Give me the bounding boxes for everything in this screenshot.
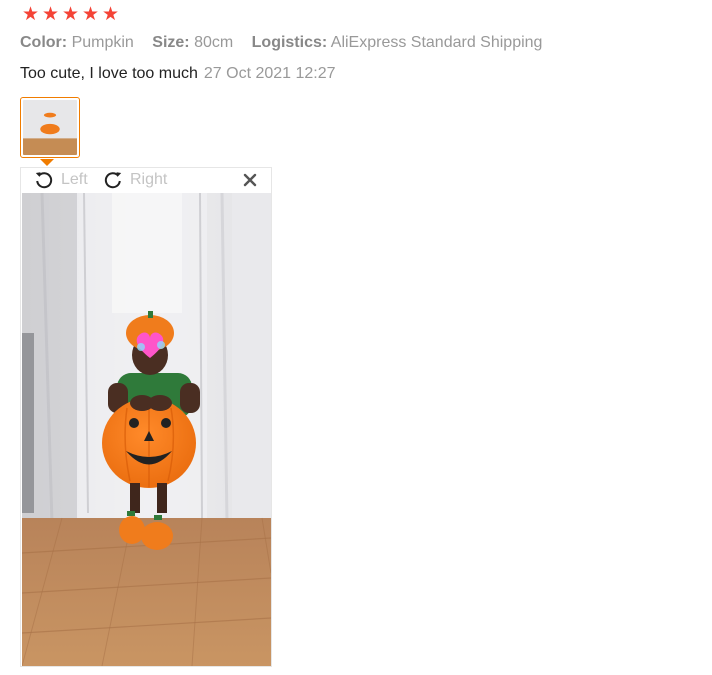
color-attribute: Color: Pumpkin: [20, 34, 134, 51]
star-icon: ★: [61, 4, 80, 25]
logistics-label: Logistics:: [251, 34, 328, 51]
review-date: 27 Oct 2021 12:27: [203, 65, 336, 82]
size-label: Size:: [152, 34, 190, 51]
star-icon: ★: [101, 4, 120, 25]
color-value: Pumpkin: [71, 34, 134, 51]
review-photo: [22, 193, 271, 666]
thumbnail-pointer: [40, 159, 54, 166]
star-icon: ★: [41, 4, 60, 25]
thumbnail-image: [23, 100, 77, 155]
star-icon: ★: [21, 4, 40, 25]
rotate-left-button[interactable]: Left: [34, 170, 88, 190]
order-attributes: Color: Pumpkin Size: 80cm Logistics: Ali…: [20, 34, 556, 52]
star-rating: ★ ★ ★ ★ ★: [21, 5, 120, 24]
close-button[interactable]: [241, 171, 259, 189]
star-icon: ★: [81, 4, 100, 25]
viewer-toolbar: Left Right: [21, 168, 271, 192]
rotate-left-icon: [34, 170, 54, 190]
logistics-value: AliExpress Standard Shipping: [330, 34, 543, 51]
review-comment: Too cute, I love too much 27 Oct 2021 12:…: [20, 65, 336, 83]
rotate-right-label: Right: [130, 171, 168, 188]
close-icon: [241, 173, 259, 193]
size-value: 80cm: [194, 34, 234, 51]
logistics-attribute: Logistics: AliExpress Standard Shipping: [252, 34, 543, 51]
size-attribute: Size: 80cm: [152, 34, 233, 51]
photo-viewer: Left Right: [20, 167, 272, 667]
rotate-left-label: Left: [61, 171, 88, 188]
rotate-right-icon: [103, 170, 123, 190]
rotate-right-button[interactable]: Right: [103, 170, 167, 190]
color-label: Color:: [20, 34, 68, 51]
comment-text: Too cute, I love too much: [20, 65, 198, 82]
review-photo-thumbnail[interactable]: [20, 97, 80, 158]
